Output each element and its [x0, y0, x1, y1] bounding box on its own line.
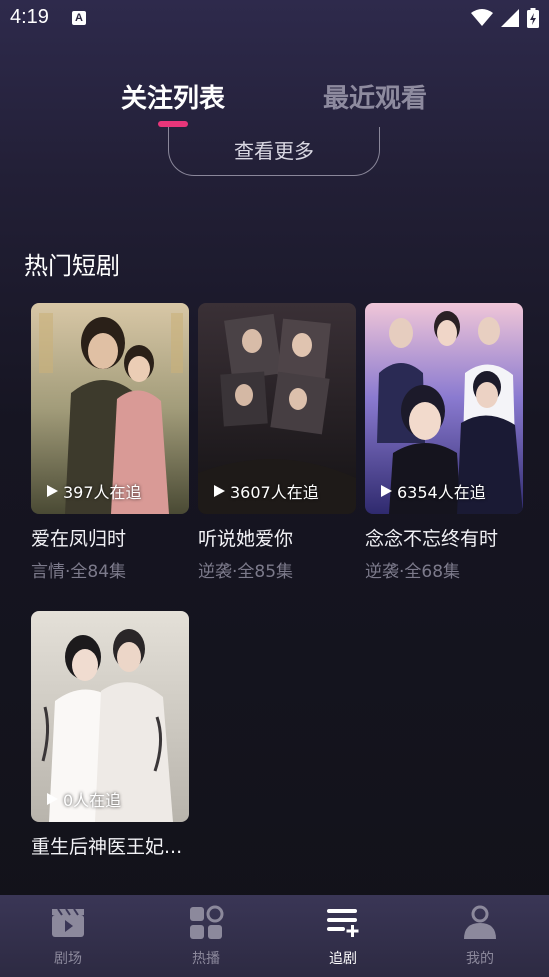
bottom-nav: 剧场 热播 追剧 我的 [0, 895, 549, 977]
watchers-count: 6354人在追 [381, 479, 486, 503]
play-icon [214, 485, 225, 497]
section-title-hot-dramas: 热门短剧 [24, 252, 120, 280]
drama-meta: 言情·全84集 [31, 562, 127, 582]
nav-label: 我的 [466, 951, 494, 967]
nav-theater[interactable]: 剧场 [28, 895, 108, 977]
drama-title[interactable]: 听说她爱你 [198, 524, 356, 551]
status-icons [471, 8, 539, 28]
drama-card[interactable]: 397人在追 爱在凤归时 言情·全84集 [31, 303, 189, 582]
view-more-button[interactable]: 查看更多 [168, 127, 380, 176]
drama-cover[interactable]: 397人在追 [31, 303, 189, 514]
status-time: 4:19 [10, 6, 49, 28]
watchers-label: 0人在追 [63, 791, 122, 810]
tab-follow-list[interactable]: 关注列表 [121, 78, 225, 115]
drama-cover[interactable]: 3607人在追 [198, 303, 356, 514]
nav-label: 剧场 [54, 951, 82, 967]
drama-cover[interactable]: 0人在追 [31, 611, 189, 822]
drama-meta: 逆袭·全68集 [365, 562, 461, 582]
drama-title[interactable]: 爱在凤归时 [31, 524, 189, 551]
nav-label: 热播 [192, 951, 220, 967]
nav-following[interactable]: 追剧 [303, 895, 383, 977]
notification-icon: A [72, 11, 86, 25]
tab-bar: 关注列表 最近观看 [0, 78, 549, 118]
drama-card[interactable]: 3607人在追 听说她爱你 逆袭·全85集 [198, 303, 356, 582]
wifi-icon [471, 9, 493, 26]
nav-label: 追剧 [329, 951, 357, 967]
play-icon [47, 485, 58, 497]
watchers-label: 397人在追 [63, 483, 142, 502]
drama-title[interactable]: 念念不忘终有时 [365, 524, 523, 551]
nav-mine[interactable]: 我的 [440, 895, 520, 977]
watchers-label: 3607人在追 [230, 483, 319, 502]
person-icon [464, 905, 496, 939]
watchers-count: 397人在追 [47, 479, 142, 503]
drama-card[interactable]: 6354人在追 念念不忘终有时 逆袭·全68集 [365, 303, 523, 582]
tab-recently-watched[interactable]: 最近观看 [323, 78, 427, 115]
view-more-label: 查看更多 [234, 139, 314, 163]
playlist-add-icon [327, 909, 359, 937]
play-icon [381, 485, 392, 497]
signal-icon [501, 9, 519, 27]
drama-cover[interactable]: 6354人在追 [365, 303, 523, 514]
watchers-count: 0人在追 [47, 787, 121, 811]
drama-meta: 逆袭·全85集 [198, 562, 294, 582]
grid-icon [190, 905, 224, 939]
clapperboard-icon [52, 908, 84, 937]
nav-hot[interactable]: 热播 [166, 895, 246, 977]
battery-icon [527, 8, 539, 28]
watchers-label: 6354人在追 [397, 483, 486, 502]
drama-card[interactable]: 0人在追 重生后神医王妃... [31, 611, 189, 859]
watchers-count: 3607人在追 [214, 479, 319, 503]
status-bar: 4:19 A [0, 0, 549, 38]
play-icon [47, 793, 58, 805]
drama-title[interactable]: 重生后神医王妃... [31, 832, 189, 859]
